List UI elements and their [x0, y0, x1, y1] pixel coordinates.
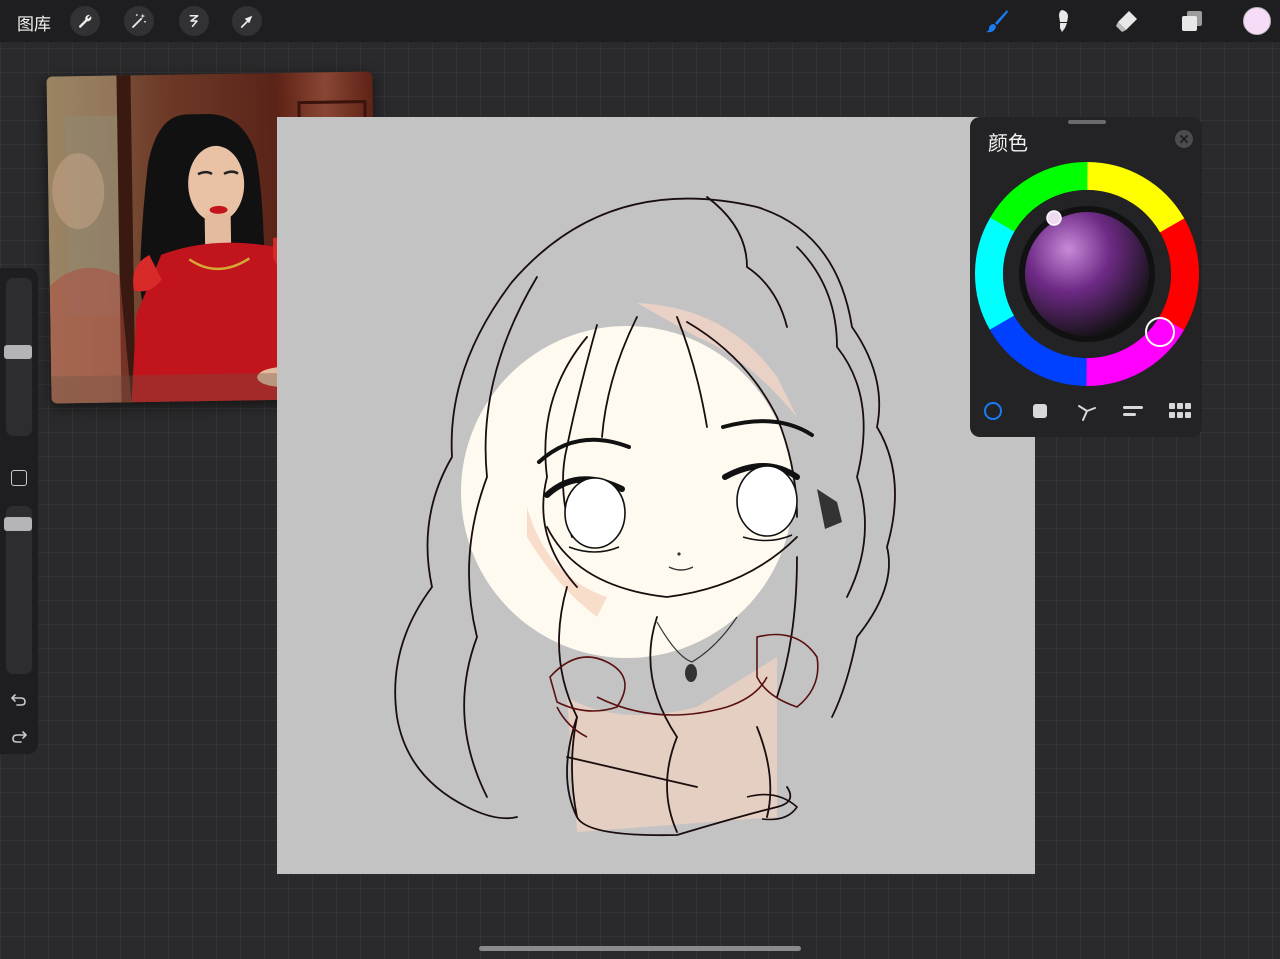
color-disc[interactable]: [974, 161, 1202, 389]
saturation-disc[interactable]: [1025, 212, 1149, 336]
opacity-slider[interactable]: [6, 506, 32, 674]
palettes-mode-icon: [1169, 403, 1191, 418]
modify-button[interactable]: [11, 470, 27, 486]
gallery-button[interactable]: 图库: [17, 10, 51, 35]
saturation-picker[interactable]: [1046, 210, 1062, 226]
tab-value[interactable]: [1121, 399, 1145, 423]
adjustments-button[interactable]: [124, 6, 154, 36]
drawing-canvas[interactable]: [277, 117, 1035, 874]
tab-palettes[interactable]: [1168, 399, 1192, 423]
magic-wand-icon: [132, 13, 146, 28]
smudge-icon: [1059, 10, 1068, 32]
layers-tool[interactable]: [1177, 6, 1207, 36]
home-indicator[interactable]: [479, 946, 801, 951]
smudge-tool[interactable]: [1046, 6, 1076, 36]
opacity-thumb[interactable]: [4, 517, 32, 531]
color-panel: 颜色: [970, 117, 1202, 437]
eraser-icon: [1116, 11, 1137, 32]
value-mode-icon: [1123, 406, 1143, 416]
tab-classic[interactable]: [1028, 399, 1052, 423]
selection-icon: [189, 15, 199, 27]
redo-icon[interactable]: [10, 727, 28, 745]
panel-close-button[interactable]: [1175, 130, 1193, 148]
panel-title: 颜色: [988, 131, 1028, 155]
panel-drag-handle[interactable]: [1068, 120, 1106, 124]
layers-icon: [1182, 11, 1202, 31]
left-sidebar: [0, 268, 38, 754]
chibi-sketch: [394, 196, 896, 837]
actions-button[interactable]: [70, 6, 100, 36]
brush-size-thumb[interactable]: [4, 345, 32, 359]
classic-mode-icon: [1033, 404, 1047, 418]
tab-disc[interactable]: [981, 399, 1005, 423]
close-icon: [1180, 135, 1188, 143]
eraser-tool[interactable]: [1111, 6, 1141, 36]
transform-button[interactable]: [232, 6, 262, 36]
tab-harmony[interactable]: [1075, 399, 1099, 423]
color-swatch-button[interactable]: [1243, 7, 1271, 35]
selection-button[interactable]: [179, 6, 209, 36]
harmony-mode-icon: [1078, 405, 1096, 421]
top-toolbar: 图库: [0, 0, 1280, 42]
brush-icon: [986, 10, 1008, 33]
transform-arrow-icon: [240, 15, 253, 28]
wrench-icon: [79, 14, 92, 28]
undo-icon[interactable]: [10, 690, 28, 708]
disc-mode-icon: [984, 402, 1002, 420]
brush-tool[interactable]: [982, 6, 1012, 36]
